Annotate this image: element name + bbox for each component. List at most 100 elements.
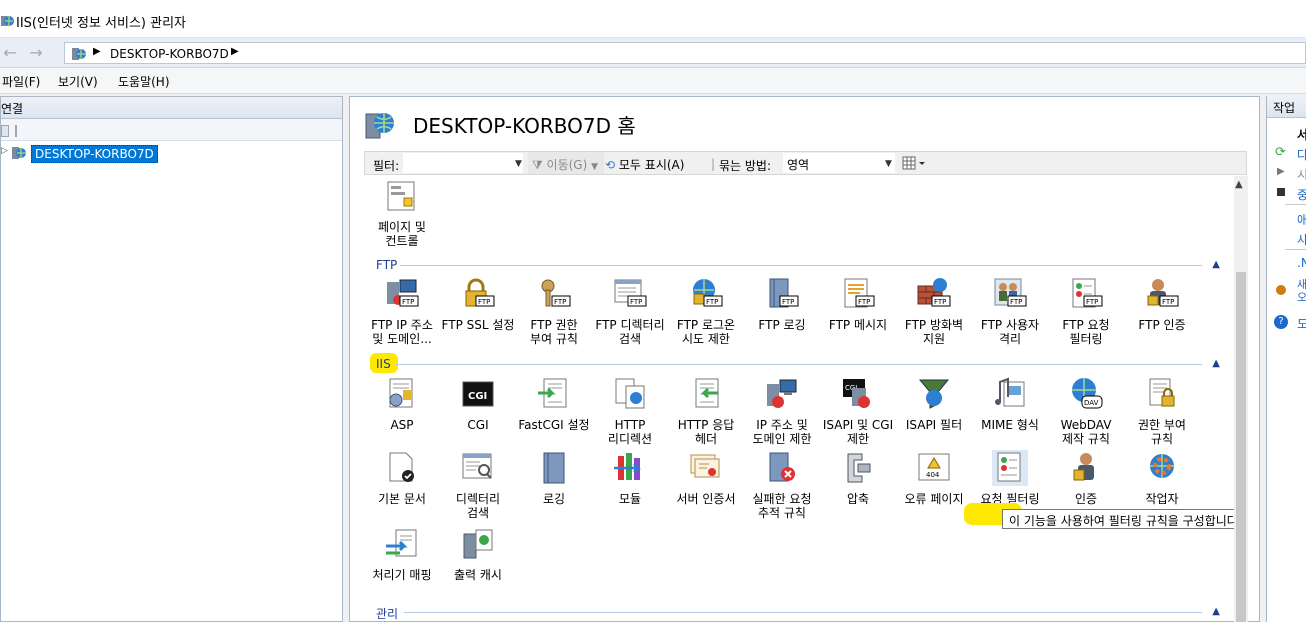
feature-ftp-firewall[interactable]: FTP FTP 방화벽 지원 <box>896 276 972 346</box>
feature-http-redirect[interactable]: HTTP 리디렉션 <box>592 376 668 446</box>
error-page-icon: 404 <box>918 453 950 481</box>
feature-asp[interactable]: ASP <box>364 376 440 432</box>
address-box[interactable]: ▶ DESKTOP-KORBO7D ▶ <box>64 42 1306 64</box>
features-view: 페이지 및 컨트롤 FTP ▲ FTP FTP IP 주소 및 도메인... F… <box>364 176 1234 622</box>
menu-help[interactable]: 도움말(H) <box>118 73 170 90</box>
feature-label: 출력 캐시 <box>454 568 502 582</box>
show-all-button[interactable]: ⟲ 모두 표시(A) <box>605 152 688 174</box>
collapse-iis-icon[interactable]: ▲ <box>1212 358 1220 369</box>
feature-label: 디렉터리 검색 <box>455 492 501 520</box>
request-filter-icon: FTP <box>1072 278 1103 308</box>
default-document-icon <box>389 452 414 482</box>
chevron-down-icon[interactable]: ▼ <box>885 159 892 169</box>
feature-fastcgi[interactable]: FastCGI 설정 <box>516 376 592 432</box>
action-link[interactable]: 중 <box>1297 186 1306 203</box>
feature-label: 권한 부여 규칙 <box>1138 418 1186 446</box>
action-link[interactable]: 새 오 <box>1297 278 1306 304</box>
tree-item-label[interactable]: DESKTOP-KORBO7D <box>30 144 159 164</box>
feature-authorization-rules[interactable]: 권한 부여 규칙 <box>1124 376 1200 446</box>
feature-directory-browsing[interactable]: 디렉터리 검색 <box>440 450 516 520</box>
svg-text:FTP: FTP <box>402 298 414 306</box>
feature-ip-domain-restrictions[interactable]: IP 주소 및 도메인 제한 <box>744 376 820 446</box>
group-header-iis: IIS <box>376 357 391 371</box>
feature-label: ASP <box>390 418 414 432</box>
svg-text:DAV: DAV <box>1084 399 1099 407</box>
feature-ftp-user-isolation[interactable]: FTP FTP 사용자 격리 <box>972 276 1048 346</box>
action-link[interactable]: 도 <box>1297 315 1306 332</box>
filter-input[interactable] <box>403 153 523 173</box>
feature-ftp-authentication[interactable]: FTP FTP 인증 <box>1124 276 1200 332</box>
feature-default-document[interactable]: 기본 문서 <box>364 450 440 506</box>
actions-separator <box>1285 249 1306 250</box>
feature-handler-mappings[interactable]: 처리기 매핑 <box>364 526 440 582</box>
feature-http-response-headers[interactable]: HTTP 응답 헤더 <box>668 376 744 446</box>
action-link[interactable]: .N <box>1297 256 1306 270</box>
feature-error-pages[interactable]: 404 오류 페이지 <box>896 450 972 506</box>
feature-request-filtering[interactable]: 요청 필터링 <box>972 450 1048 506</box>
cgi-icon: CGI <box>462 381 494 407</box>
scrollbar-thumb[interactable] <box>1236 272 1246 622</box>
feature-label: HTTP 리디렉션 <box>607 418 653 446</box>
feature-ftp-ssl[interactable]: FTP FTP SSL 설정 <box>440 276 516 332</box>
breadcrumb-server[interactable]: DESKTOP-KORBO7D <box>110 47 229 61</box>
feature-ftp-authorization[interactable]: FTP FTP 권한 부여 규칙 <box>516 276 592 346</box>
address-bar: ← → ▶ DESKTOP-KORBO7D ▶ <box>0 38 1306 68</box>
action-link[interactable]: 시 <box>1297 166 1306 183</box>
feature-logging[interactable]: 로깅 <box>516 450 592 506</box>
server-icon <box>12 147 26 159</box>
menu-view[interactable]: 보기(V) <box>58 73 98 90</box>
feature-label: 서버 인증서 <box>676 492 736 506</box>
feature-ftp-ip-domain[interactable]: FTP FTP IP 주소 및 도메인... <box>364 276 440 346</box>
feature-modules[interactable]: 모듈 <box>592 450 668 506</box>
feature-output-caching[interactable]: 출력 캐시 <box>440 526 516 582</box>
group-divider <box>400 265 1202 266</box>
vertical-scrollbar[interactable]: ▲ <box>1234 176 1248 622</box>
feature-label: FTP 요청 필터링 <box>1062 318 1110 346</box>
feature-label: IP 주소 및 도메인 제한 <box>752 418 812 446</box>
scroll-up-icon[interactable]: ▲ <box>1235 179 1243 190</box>
user-isolation-icon: FTP <box>994 278 1027 307</box>
collapse-management-icon[interactable]: ▲ <box>1212 606 1220 617</box>
feature-pages-controls[interactable]: 페이지 및 컨트롤 <box>364 178 440 248</box>
group-by-value: 영역 <box>787 158 810 172</box>
expand-arrow-icon[interactable]: ▷ <box>1 146 8 156</box>
collapse-ftp-icon[interactable]: ▲ <box>1212 259 1220 270</box>
isapi-cgi-restriction-icon: CGI <box>843 379 870 408</box>
svg-text:FTP: FTP <box>1010 298 1022 306</box>
forward-arrow-icon[interactable]: → <box>26 44 46 62</box>
feature-authentication[interactable]: 인증 <box>1048 450 1124 506</box>
feature-label: FTP 사용자 격리 <box>980 318 1040 346</box>
feature-ftp-logon-attempts[interactable]: FTP FTP 로그온 시도 제한 <box>668 276 744 346</box>
back-arrow-icon[interactable]: ← <box>0 44 20 62</box>
firewall-icon: FTP <box>917 278 951 307</box>
go-dropdown-icon[interactable]: ▼ <box>591 162 598 172</box>
feature-cgi[interactable]: CGI CGI <box>440 376 516 432</box>
feature-compression[interactable]: 압축 <box>820 450 896 506</box>
feature-label: FTP 권한 부여 규칙 <box>530 318 578 346</box>
feature-worker-processes[interactable]: 작업자 <box>1124 450 1200 506</box>
feature-isapi-cgi-restrictions[interactable]: CGI ISAPI 및 CGI 제한 <box>820 376 896 446</box>
feature-failed-request-tracing[interactable]: 실패한 요청 추적 규칙 <box>744 450 820 520</box>
feature-ftp-logging[interactable]: FTP FTP 로깅 <box>744 276 820 332</box>
action-link[interactable]: 사 <box>1297 231 1306 248</box>
action-link[interactable]: 다 <box>1297 146 1306 163</box>
feature-server-certificates[interactable]: 서버 인증서 <box>668 450 744 506</box>
menu-file[interactable]: 파일(F) <box>2 73 40 90</box>
go-button[interactable]: ⧩ 이동(G) ▼ <box>528 152 605 174</box>
feature-isapi-filters[interactable]: ISAPI 필터 <box>896 376 972 432</box>
feature-mime-types[interactable]: MIME 형식 <box>972 376 1048 432</box>
view-mode-icon[interactable] <box>901 154 927 172</box>
action-link[interactable]: 애 <box>1297 211 1306 228</box>
group-by-label: 묶는 방법: <box>719 159 772 173</box>
toolbar-button-icon[interactable] <box>1 125 9 137</box>
feature-ftp-request-filtering[interactable]: FTP FTP 요청 필터링 <box>1048 276 1124 346</box>
feature-ftp-messages[interactable]: FTP FTP 메시지 <box>820 276 896 332</box>
feature-ftp-directory-browsing[interactable]: FTP FTP 디렉터리 검색 <box>592 276 668 346</box>
group-by-select[interactable]: 영역 ▼ <box>783 153 895 173</box>
key-icon: FTP <box>541 279 571 307</box>
breadcrumb-arrow-icon[interactable]: ▶ <box>231 46 239 57</box>
feature-webdav-authoring[interactable]: DAV WebDAV 제작 규칙 <box>1048 376 1124 446</box>
filter-dropdown-icon[interactable]: ▼ <box>515 159 522 169</box>
breadcrumb-arrow-icon[interactable]: ▶ <box>93 46 101 57</box>
actions-pane: 작업 서 ⟳ 다 ▶ 시 중 애 사 .N 새 오 ? 도 <box>1266 96 1306 622</box>
